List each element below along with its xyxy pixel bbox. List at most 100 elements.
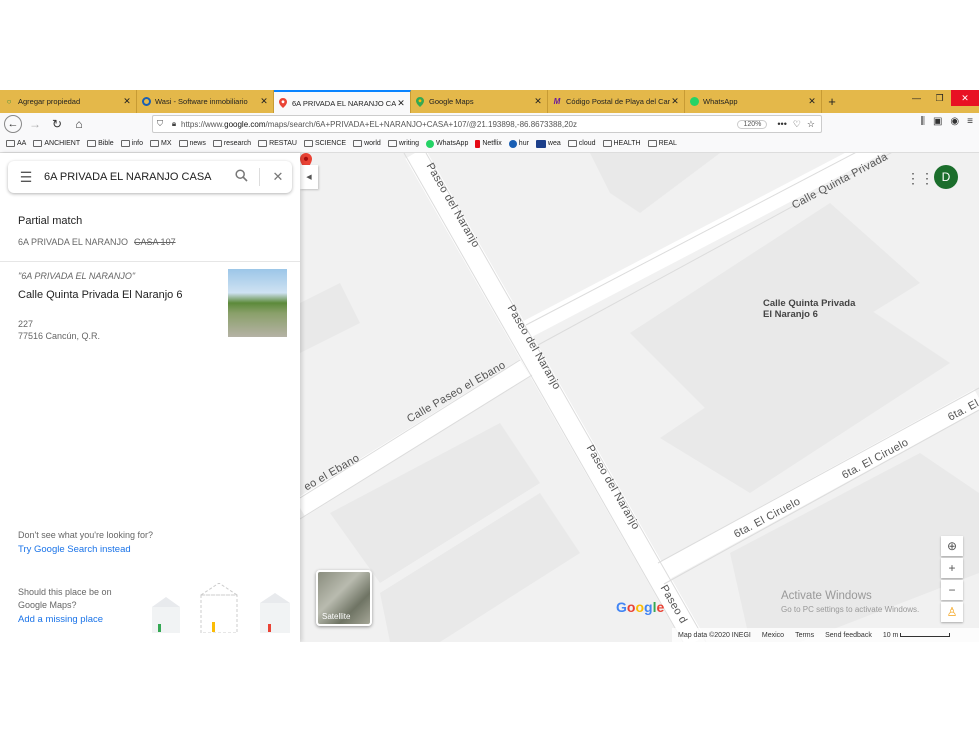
bookmark-label: REAL	[658, 140, 677, 147]
scale-bar[interactable]: 10 m	[883, 632, 951, 639]
restore-icon[interactable]: ❐	[928, 90, 951, 106]
folder-icon	[258, 140, 268, 147]
address-bar[interactable]: ⛉ 🔒︎ https://www.google.com/maps/search/…	[152, 115, 822, 133]
bookmark-bible[interactable]: Bible	[87, 140, 114, 147]
bookmark-whatsapp[interactable]: WhatsApp	[426, 139, 469, 148]
bookmark-research[interactable]: research	[212, 140, 251, 147]
bookmark-label: RESTAU	[269, 140, 297, 147]
result-name[interactable]: Calle Quinta Privada El Naranjo 6	[18, 289, 182, 301]
tab-google-maps-search[interactable]: 6A PRIVADA EL NARANJO CASA ✕	[274, 90, 411, 114]
bookmark-news[interactable]: news	[178, 140, 206, 147]
tab-codigo-postal[interactable]: M Código Postal de Playa del Car ✕	[548, 90, 685, 113]
tab-label: Wasi - Software inmobiliario	[155, 97, 248, 106]
bookmark-label: news	[189, 140, 206, 147]
bookmark-label: cloud	[578, 140, 596, 147]
try-google-search-link[interactable]: Try Google Search instead	[18, 544, 131, 555]
result-number: 227	[18, 319, 34, 329]
avatar[interactable]: D	[934, 165, 958, 189]
bookmark-restau[interactable]: RESTAU	[258, 140, 297, 147]
tab-label: Agregar propiedad	[18, 97, 81, 106]
satellite-toggle[interactable]: Satellite	[316, 570, 372, 626]
tab-agregar-propiedad[interactable]: ○ Agregar propiedad ✕	[0, 90, 137, 113]
bookmark-label: MX	[161, 140, 172, 147]
zoom-out-button[interactable]: −	[941, 580, 963, 600]
hamburger-menu-icon[interactable]: ☰	[8, 169, 44, 186]
bookmark-label: AA	[17, 140, 27, 147]
shield-icon[interactable]: ⛉	[153, 119, 167, 129]
new-tab-button[interactable]: +	[822, 90, 842, 113]
search-icon[interactable]	[227, 169, 255, 185]
terms-link[interactable]: Terms	[795, 632, 814, 639]
bookmark-info[interactable]: info	[120, 140, 143, 147]
folder-icon	[353, 140, 363, 147]
close-tab-icon[interactable]: ✕	[122, 96, 132, 107]
back-arrow-icon[interactable]: ←	[4, 115, 22, 133]
map-canvas[interactable]: Calle Quinta Privada Paseo del Naranjo P…	[300, 153, 979, 642]
close-tab-icon[interactable]: ✕	[259, 96, 269, 107]
tab-label: WhatsApp	[703, 97, 738, 106]
bookmark-real[interactable]: REAL	[647, 140, 677, 147]
pin-label[interactable]: Calle Quinta Privada El Naranjo 6	[763, 298, 873, 320]
tab-whatsapp[interactable]: WhatsApp ✕	[685, 90, 822, 113]
forward-arrow-icon[interactable]: →	[26, 115, 44, 133]
zoom-level[interactable]: 120%	[737, 119, 768, 129]
home-icon[interactable]: ⌂	[70, 115, 88, 133]
pocket-icon[interactable]: ♡	[793, 119, 801, 130]
result-thumbnail[interactable]	[228, 269, 287, 337]
tab-google-maps[interactable]: Google Maps ✕	[411, 90, 548, 113]
menu-icon[interactable]: ≡	[967, 116, 973, 127]
page-actions-icon[interactable]: •••	[777, 119, 786, 129]
wasi-icon	[141, 97, 151, 107]
add-place-question: Should this place be on	[18, 587, 112, 597]
folder-icon	[150, 140, 159, 147]
bookmark-hur[interactable]: hur	[508, 139, 529, 148]
minimize-icon[interactable]: —	[905, 90, 928, 106]
add-missing-place-link[interactable]: Add a missing place	[18, 614, 103, 625]
bookmark-netflix[interactable]: Netflix	[475, 139, 502, 148]
library-icon[interactable]: ⫼	[920, 116, 925, 127]
bookmark-anchient[interactable]: ANCHIENT	[33, 140, 80, 147]
my-location-icon[interactable]: ⊕	[941, 536, 963, 556]
collapse-panel-button[interactable]: ◀	[300, 165, 318, 189]
pegman-icon[interactable]: ♙	[941, 602, 963, 622]
close-tab-icon[interactable]: ✕	[396, 98, 406, 109]
bookmark-label: wea	[547, 140, 561, 147]
close-tab-icon[interactable]: ✕	[670, 96, 680, 107]
bookmark-wea[interactable]: wea	[535, 139, 561, 148]
bookmark-cloud[interactable]: cloud	[567, 140, 596, 147]
folder-icon	[178, 140, 188, 147]
close-window-icon[interactable]: ✕	[951, 90, 979, 106]
send-feedback-link[interactable]: Send feedback	[825, 632, 872, 639]
bookmark-star-icon[interactable]: ☆	[807, 119, 815, 130]
url-text[interactable]: https://www.google.com/maps/search/6A+PR…	[181, 120, 737, 129]
clear-search-icon[interactable]: ✕	[264, 169, 292, 185]
search-input[interactable]: 6A PRIVADA EL NARANJO CASA	[44, 171, 227, 183]
bookmark-label: WhatsApp	[436, 140, 469, 147]
houses-illustration	[152, 583, 290, 633]
whatsapp-icon	[689, 97, 699, 107]
bookmark-writing[interactable]: writing	[387, 140, 420, 147]
bookmark-world[interactable]: world	[353, 140, 381, 147]
not-found-question: Don't see what you're looking for?	[18, 530, 154, 540]
folder-icon	[303, 140, 313, 147]
zoom-in-button[interactable]: +	[941, 558, 963, 578]
whatsapp-icon	[426, 139, 435, 148]
account-icon[interactable]: ◉	[950, 116, 959, 127]
close-tab-icon[interactable]: ✕	[807, 96, 817, 107]
reload-icon[interactable]: ↻	[48, 115, 66, 133]
country-link[interactable]: Mexico	[762, 632, 784, 639]
bookmark-label: SCIENCE	[314, 140, 347, 147]
bookmark-label: Bible	[98, 140, 114, 147]
close-tab-icon[interactable]: ✕	[533, 96, 543, 107]
bookmark-aa[interactable]: AA	[6, 140, 26, 147]
bookmark-mx[interactable]: MX	[150, 140, 172, 147]
sidebar-icon[interactable]: ▣	[933, 116, 942, 127]
bookmark-label: writing	[398, 140, 420, 147]
bookmark-health[interactable]: HEALTH	[602, 140, 641, 147]
bookmark-science[interactable]: SCIENCE	[303, 140, 347, 147]
lock-icon[interactable]: 🔒︎	[167, 119, 181, 129]
partial-match-text: 6A PRIVADA EL NARANJO CASA 107	[18, 237, 176, 247]
divider	[259, 168, 260, 186]
map-footer: Map data ©2020 INEGI Mexico Terms Send f…	[672, 628, 979, 642]
tab-wasi[interactable]: Wasi - Software inmobiliario ✕	[137, 90, 274, 113]
